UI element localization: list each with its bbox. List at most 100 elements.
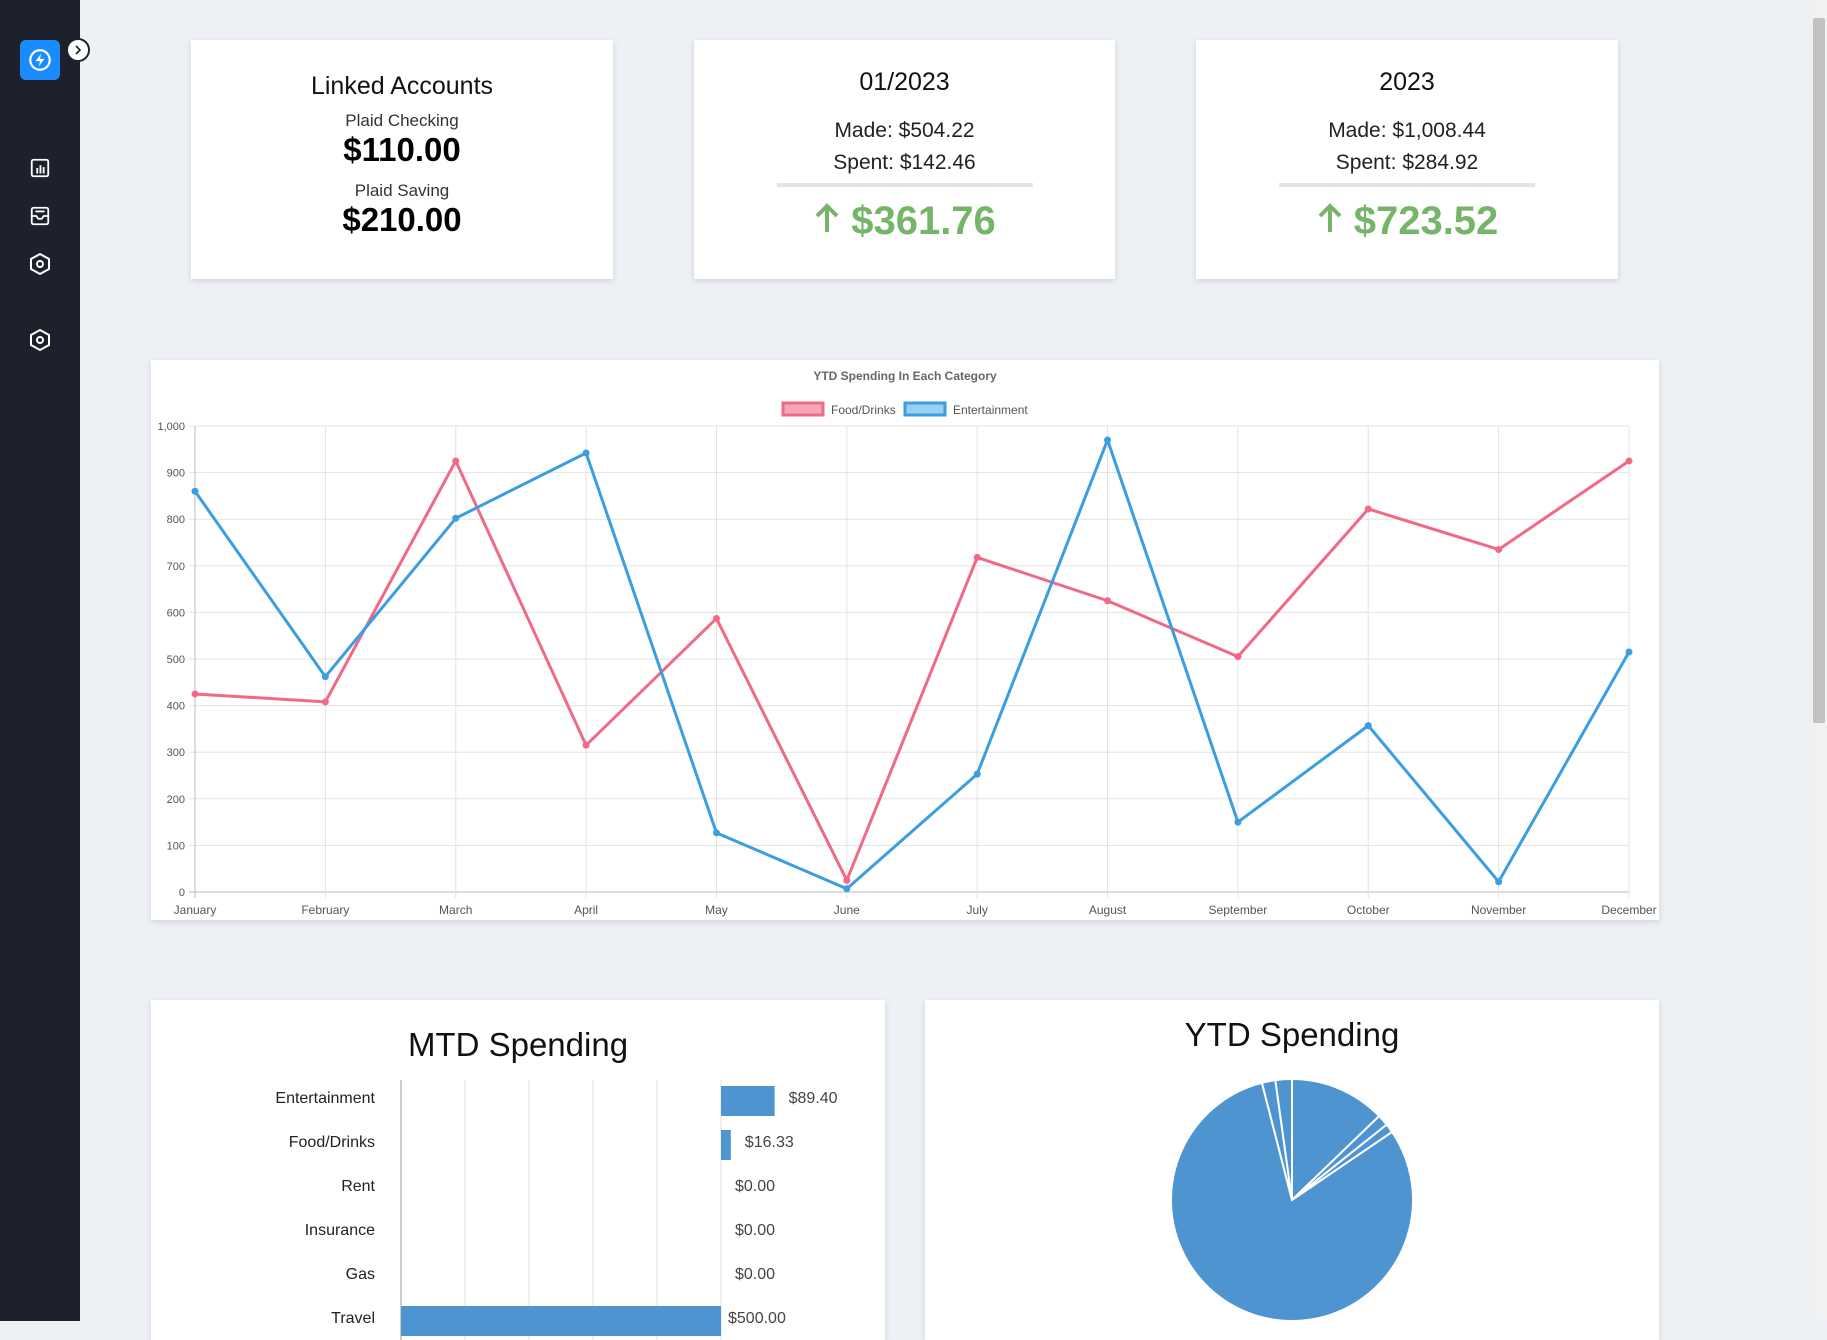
x-tick-label: November	[1471, 903, 1526, 917]
sidebar	[0, 0, 80, 1321]
data-point	[843, 876, 851, 884]
ytd-category-line-chart: YTD Spending In Each Category Food/Drinks…	[157, 369, 1656, 917]
made-amount: Made: $1,008.44	[1328, 119, 1486, 142]
y-tick-label: 100	[167, 840, 185, 852]
year-title: 2023	[1379, 68, 1435, 96]
chevron-right-icon[interactable]	[66, 38, 90, 62]
bar-value-label: $0.00	[735, 1222, 776, 1239]
bolt-icon[interactable]	[20, 40, 60, 80]
data-point	[1234, 818, 1242, 826]
data-point	[712, 829, 720, 837]
made-amount: Made: $504.22	[834, 119, 975, 142]
data-point	[843, 885, 851, 893]
scrollbar[interactable]	[1811, 0, 1827, 1321]
y-tick-label: 200	[167, 794, 185, 806]
y-tick-label: 1,000	[157, 421, 185, 433]
y-tick-label: 600	[167, 607, 185, 619]
x-tick-label: July	[967, 903, 988, 917]
arrow-up-icon	[1316, 199, 1344, 244]
x-tick-label: March	[439, 903, 472, 917]
data-point	[1625, 648, 1633, 656]
y-tick-label: 800	[167, 514, 185, 526]
hexagon-settings-icon[interactable]	[26, 326, 54, 354]
data-point	[191, 487, 199, 495]
ytd-spending-card: YTD Spending	[925, 1000, 1659, 1340]
scrollbar-thumb[interactable]	[1813, 18, 1825, 723]
data-point	[1364, 505, 1372, 513]
x-tick-label: September	[1209, 903, 1268, 917]
account-balance: $110.00	[343, 131, 461, 168]
y-tick-label: 300	[167, 747, 185, 759]
data-point	[712, 614, 720, 622]
month-summary-card: 01/2023 Made: $504.22 Spent: $142.46 $36…	[694, 40, 1115, 279]
bar	[721, 1130, 731, 1160]
bar-value-label: $500.00	[728, 1310, 786, 1327]
x-tick-label: January	[174, 903, 217, 917]
spent-amount: Spent: $284.92	[1335, 151, 1479, 174]
bar-value-label: $89.40	[788, 1090, 838, 1107]
account-name: Plaid Saving	[354, 181, 450, 200]
hexagon-settings-icon[interactable]	[26, 250, 54, 278]
ytd-category-chart-card: YTD Spending In Each Category Food/Drinks…	[151, 360, 1659, 920]
x-tick-label: October	[1347, 903, 1390, 917]
x-tick-label: August	[1089, 903, 1127, 917]
data-point	[973, 553, 981, 561]
bar	[721, 1086, 775, 1116]
data-point	[321, 698, 329, 706]
data-point	[973, 770, 981, 778]
net-amount-row: $723.52	[1196, 199, 1618, 244]
legend-swatch	[781, 401, 825, 417]
divider	[776, 183, 1033, 187]
legend-label: Entertainment	[953, 403, 1028, 417]
data-point	[582, 741, 590, 749]
net-amount-row: $361.76	[694, 199, 1115, 244]
x-tick-label: February	[301, 903, 349, 917]
year-summary-card: 2023 Made: $1,008.44 Spent: $284.92 $723…	[1196, 40, 1618, 279]
arrow-up-icon	[813, 199, 841, 244]
net-amount: $361.76	[851, 199, 996, 243]
data-point	[1495, 545, 1503, 553]
y-tick-label: 400	[167, 701, 185, 713]
x-tick-label: May	[705, 903, 728, 917]
chart-title: YTD Spending In Each Category	[813, 369, 997, 383]
legend-swatch	[903, 401, 947, 417]
series-line	[193, 438, 1631, 891]
mtd-spending-card: MTD Spending Entertainment Food/Drinks Ren…	[151, 1000, 885, 1340]
data-point	[1625, 457, 1633, 465]
account-balance: $210.00	[342, 201, 462, 238]
legend-label: Food/Drinks	[831, 403, 896, 417]
linked-accounts-title: Linked Accounts	[310, 72, 494, 100]
bar-value-label: $0.00	[735, 1178, 776, 1195]
y-tick-label: 700	[167, 561, 185, 573]
ytd-pie-chart	[1170, 1077, 1414, 1322]
bar	[401, 1306, 721, 1336]
x-tick-label: December	[1601, 903, 1656, 917]
data-point	[452, 457, 460, 465]
linked-accounts-card: Linked Accounts Plaid Checking $110.00 P…	[191, 40, 613, 279]
data-point	[1104, 436, 1112, 444]
y-tick-label: 900	[167, 468, 185, 480]
x-tick-label: April	[574, 903, 598, 917]
data-point	[1364, 722, 1372, 730]
data-point	[452, 514, 460, 522]
spent-amount: Spent: $142.46	[833, 151, 976, 174]
bar-chart-icon[interactable]	[26, 154, 54, 182]
data-point	[1495, 878, 1503, 886]
data-point	[1234, 653, 1242, 661]
mtd-bar-chart	[400, 1080, 775, 1340]
bar-value-label: $16.33	[744, 1134, 794, 1151]
data-point	[191, 690, 199, 698]
bar-value-label: $0.00	[735, 1266, 776, 1283]
inbox-icon[interactable]	[26, 202, 54, 230]
account-name: Plaid Checking	[345, 111, 459, 130]
divider	[1279, 183, 1535, 187]
data-point	[321, 673, 329, 681]
data-point	[1104, 597, 1112, 605]
x-tick-label: June	[834, 903, 860, 917]
data-point	[582, 449, 590, 457]
net-amount: $723.52	[1353, 199, 1499, 243]
series-line	[194, 459, 1630, 882]
y-tick-label: 0	[179, 887, 185, 899]
month-title: 01/2023	[859, 68, 950, 96]
y-tick-label: 500	[167, 654, 185, 666]
